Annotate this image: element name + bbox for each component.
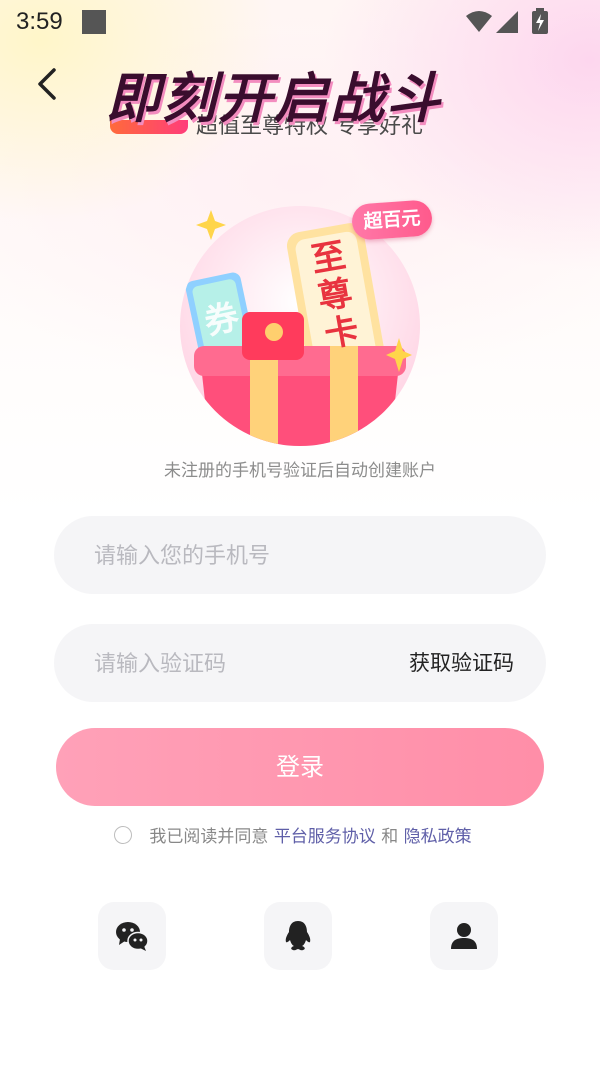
login-button[interactable]: 登录	[56, 728, 544, 806]
status-time: 3:59	[16, 8, 63, 35]
privacy-link[interactable]: 隐私政策	[404, 827, 472, 847]
agreement: 我已阅读并同意 平台服务协议 和 隐私政策	[114, 822, 472, 850]
terms-link[interactable]: 平台服务协议	[274, 827, 376, 847]
battery-icon	[532, 8, 548, 34]
qq-login-button[interactable]	[264, 902, 332, 970]
qq-icon	[285, 921, 311, 951]
hero-badge: 超百元	[350, 199, 434, 241]
back-button[interactable]	[30, 64, 66, 104]
banner-title: 即刻开启战斗	[106, 69, 442, 129]
agreement-conjunction: 和	[381, 827, 399, 847]
agreement-prefix: 我已阅读并同意	[149, 827, 269, 847]
sparkle-icon	[386, 338, 412, 372]
get-code-button[interactable]: 获取验证码	[409, 624, 514, 702]
wechat-login-button[interactable]	[98, 902, 166, 970]
phone-field	[54, 516, 546, 596]
status-bar: 3:59	[0, 0, 600, 46]
wechat-icon	[116, 922, 149, 951]
agree-checkbox[interactable]	[114, 825, 132, 844]
notification-icon	[82, 10, 106, 34]
verification-code-input[interactable]	[92, 624, 376, 704]
register-hint: 未注册的手机号验证后自动创建账户	[164, 461, 436, 481]
account-icon	[451, 923, 477, 949]
code-field: 获取验证码	[54, 624, 546, 704]
signal-icon	[496, 11, 518, 33]
wifi-icon	[466, 11, 492, 32]
phone-input[interactable]	[92, 516, 396, 596]
account-login-button[interactable]	[430, 902, 498, 970]
chevron-left-icon	[38, 68, 56, 100]
